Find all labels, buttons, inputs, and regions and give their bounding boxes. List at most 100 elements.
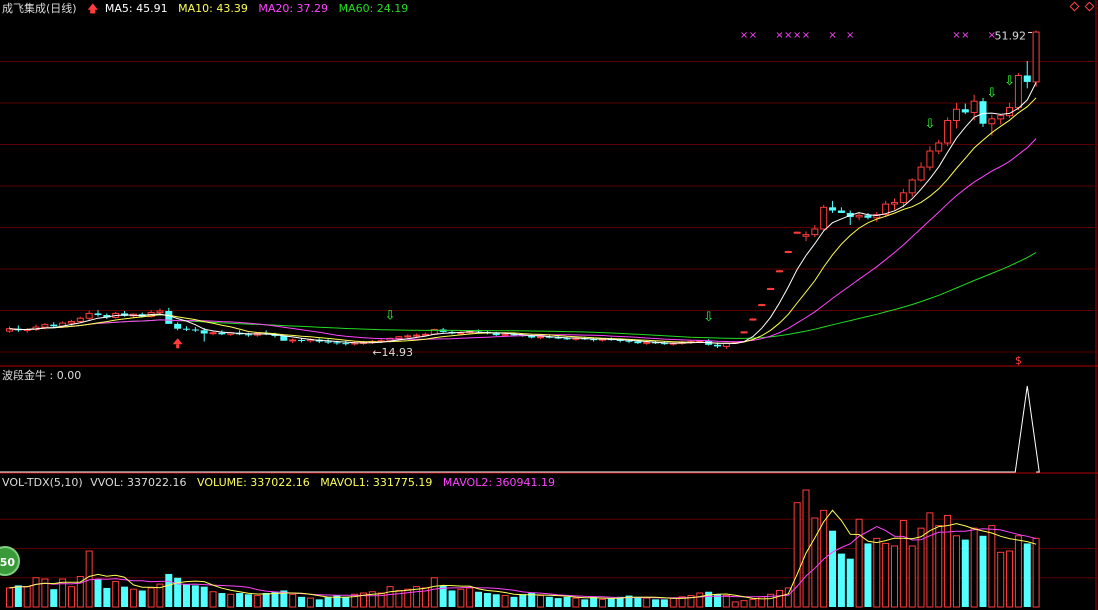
volume-bar-up: [395, 589, 403, 608]
x-mark: ×: [846, 30, 854, 41]
volume-bar-up: [793, 502, 801, 608]
candle-down: [333, 342, 341, 344]
down-arrow-icon: ⇩: [703, 310, 714, 325]
volume-bar-down: [324, 596, 332, 607]
candle-down: [342, 343, 350, 345]
candle-down: [244, 334, 252, 336]
volume-bar-down: [14, 585, 22, 607]
ma60-label: MA60: 24.19: [338, 2, 409, 15]
volume-bar-up: [1032, 537, 1040, 608]
candle-up: [404, 335, 412, 338]
candle-up: [767, 287, 775, 290]
volume-bar-down: [200, 586, 208, 607]
candle-up: [997, 115, 1005, 120]
candle-up: [758, 304, 766, 307]
volume-bar-down: [519, 594, 527, 607]
candle-down: [492, 333, 500, 336]
volume-bar-down: [50, 589, 58, 607]
stock-title: 成飞集成(日线): [2, 2, 77, 15]
x-mark: ×: [740, 30, 748, 41]
volume-bar-down: [218, 593, 226, 607]
volume-bar-up: [696, 592, 704, 608]
candle-down: [829, 207, 837, 211]
candle-down: [1023, 75, 1031, 82]
volume-bar-up: [112, 581, 120, 608]
x-mark: ×: [802, 30, 810, 41]
volume-bar-up: [67, 586, 75, 608]
volume-bar-up: [935, 525, 943, 608]
mavol2-line: [9, 525, 1037, 599]
volume-bar-up: [572, 597, 580, 608]
candle-up: [917, 166, 925, 181]
candle-up: [643, 341, 651, 344]
volume-bar-up: [386, 586, 394, 608]
volume-bar-down: [138, 590, 146, 607]
volume-bar-down: [837, 553, 845, 607]
candle-down: [183, 328, 190, 330]
candle-up: [501, 333, 509, 336]
candle-up: [970, 100, 978, 113]
candle-up: [413, 334, 421, 337]
candle-down: [563, 338, 571, 340]
volume-bar-down: [298, 596, 306, 607]
candle-up: [156, 310, 164, 314]
volume-bar-down: [244, 594, 252, 607]
candle-up: [395, 336, 403, 339]
volume-bar-up: [944, 514, 952, 608]
vvol-label: VVOL: 337022.16: [90, 476, 187, 489]
x-mark: ×: [828, 30, 836, 41]
volume-bar-down: [448, 590, 456, 607]
volume-indicator-name: VOL-TDX(5,10): [2, 476, 83, 489]
candle-down: [50, 324, 58, 327]
volume-bar-down: [165, 573, 173, 607]
candle-down: [298, 339, 306, 341]
volume-bar-down: [315, 599, 323, 607]
up-arrow-stem: [176, 344, 180, 349]
volume-bar-up: [899, 520, 907, 608]
candle-up: [899, 192, 907, 203]
indicator-line: [0, 385, 1040, 473]
volume-bar-down: [262, 593, 270, 607]
volume-bar-up: [882, 542, 890, 608]
volume-bar-up: [997, 551, 1005, 608]
volume-bar-up: [1014, 535, 1022, 608]
volume-bar-down: [563, 596, 571, 607]
candle-down: [864, 215, 872, 218]
volume-bar-up: [23, 586, 31, 608]
ma60-line: [9, 252, 1037, 339]
volume-bar-up: [32, 577, 40, 608]
s-marker: $: [1015, 354, 1022, 367]
volume-bar-up: [926, 512, 934, 608]
down-arrow-icon: ⇩: [385, 309, 396, 324]
candle-up: [784, 251, 792, 254]
volume-bar-up: [643, 597, 651, 608]
ma20-label: MA20: 37.29: [258, 2, 329, 15]
volume-bar-down: [492, 594, 500, 607]
ma5-label: MA5: 45.91: [104, 2, 168, 15]
volume-bar-down: [864, 543, 872, 607]
x-mark: ×: [961, 30, 969, 41]
candle-up: [209, 332, 217, 335]
volume-bar-up: [85, 550, 93, 608]
volume-bar-down: [660, 599, 668, 607]
high-price-label: 51.92: [995, 29, 1027, 42]
volume-bar-down: [979, 535, 987, 607]
candle-down: [200, 330, 208, 334]
candle-up: [935, 142, 943, 152]
x-mark: ×: [952, 30, 960, 41]
volume-bar-up: [722, 595, 730, 608]
volume-bar-up: [501, 595, 509, 608]
volume-bar-up: [811, 517, 819, 608]
volume-bar-up: [209, 591, 217, 608]
candle-down: [191, 329, 199, 331]
candle-up: [289, 339, 297, 342]
volume-bar-up: [430, 577, 438, 608]
candle-up: [85, 312, 93, 319]
candle-up: [855, 214, 863, 218]
volume-bar-up: [749, 598, 757, 608]
candle-up: [76, 317, 84, 322]
candle-up: [988, 118, 996, 125]
mavol2-label: MAVOL2: 360941.19: [442, 476, 556, 489]
candle-down: [94, 313, 102, 316]
volume-bar-down: [236, 593, 244, 607]
